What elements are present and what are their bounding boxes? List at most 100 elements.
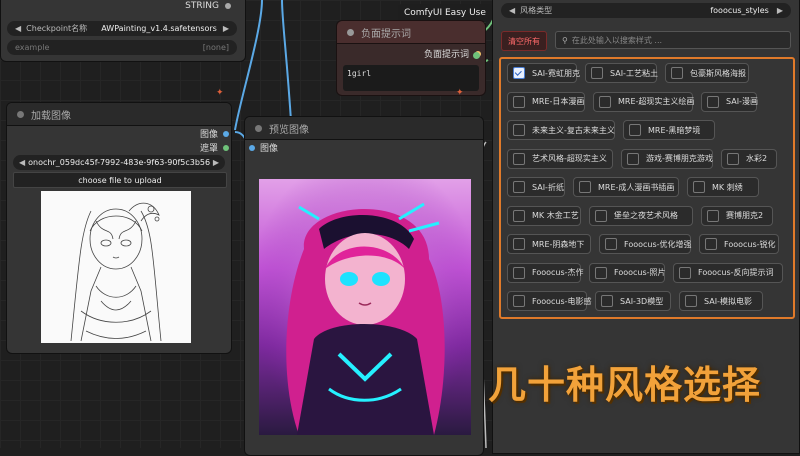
style-type-value: fooocus_styles <box>710 6 769 15</box>
upload-button[interactable]: choose file to upload <box>13 172 227 188</box>
style-option-label: Fooocus-锐化 <box>724 239 776 249</box>
search-placeholder: 在此处输入以搜索样式 ... <box>571 35 663 45</box>
style-option-label: SAI-霓虹朋克 <box>532 68 580 78</box>
negative-prompt-node[interactable]: 负面提示词 负面提示词 1girl <box>336 20 486 96</box>
right-arrow-icon[interactable]: ▶ <box>213 158 219 167</box>
style-option-label: SAI-工艺粘土 <box>610 68 658 78</box>
style-option-label: 未来主义-复古未来主义 <box>532 125 615 135</box>
style-option[interactable]: Fooocus-照片 <box>589 262 666 283</box>
image-input-socket[interactable] <box>249 144 255 151</box>
style-option[interactable]: MRE-日本漫画 <box>507 91 585 112</box>
style-option[interactable]: SAI-模拟电影 <box>679 291 763 311</box>
preview-image-title: 预览图像 <box>269 124 309 136</box>
load-image-node[interactable]: 加载图像 图像 遮罩 ◀ onochr_059dc45f-7992-483e-9… <box>6 102 232 354</box>
checkbox-icon[interactable] <box>705 238 717 250</box>
right-arrow-icon[interactable]: ▶ <box>223 24 229 33</box>
checkbox-icon[interactable] <box>707 95 719 108</box>
style-option[interactable]: 堡垒之夜艺术风格 <box>589 205 693 226</box>
checkbox-icon[interactable] <box>513 152 525 165</box>
style-option[interactable]: MRE-阴森地下 <box>507 234 591 254</box>
string-socket[interactable] <box>225 3 231 9</box>
checkbox-icon[interactable] <box>601 295 613 307</box>
style-option[interactable]: Fooocus-优化增强 <box>599 234 692 254</box>
checkbox-icon[interactable] <box>685 295 697 307</box>
mask-output[interactable]: 遮罩 <box>200 141 229 154</box>
collapse-dot[interactable] <box>255 124 262 132</box>
checkbox-icon[interactable] <box>727 152 739 165</box>
style-option[interactable]: SAI-漫画 <box>701 91 758 112</box>
checkbox-icon[interactable] <box>513 209 525 222</box>
style-option-label: MRE-日本漫画 <box>532 97 585 106</box>
style-option[interactable]: 水彩2 <box>721 148 777 169</box>
style-option-label: MRE-黑暗梦境 <box>648 125 701 135</box>
style-option[interactable]: 包豪斯风格海报 <box>665 63 749 83</box>
checkbox-icon[interactable] <box>693 181 705 193</box>
left-arrow-icon[interactable]: ◀ <box>15 24 21 33</box>
negative-node-title: 负面提示词 <box>361 28 411 40</box>
image-filename: onochr_059dc45f-7992-483e-9f63-90f5c3b56… <box>28 158 210 167</box>
style-option[interactable]: SAI-3D模型 <box>595 291 671 311</box>
checkbox-icon[interactable] <box>513 95 525 108</box>
input-socket[interactable] <box>473 52 480 59</box>
checkbox-icon[interactable] <box>595 266 607 279</box>
left-arrow-icon[interactable]: ◀ <box>19 158 25 167</box>
style-option-label: 水彩2 <box>746 154 768 163</box>
style-option[interactable]: SAI-霓虹朋克 <box>507 63 580 83</box>
checkbox-icon[interactable] <box>595 209 607 222</box>
collapse-dot[interactable] <box>347 28 354 36</box>
style-option[interactable]: SAI-折纸 <box>507 177 565 197</box>
preview-image-node[interactable]: 预览图像 图像 <box>244 116 484 456</box>
string-output-label: STRING <box>185 1 219 11</box>
image-input[interactable]: 图像 <box>249 141 278 154</box>
style-option-label: SAI-漫画 <box>726 97 758 106</box>
style-option[interactable]: Fooocus-杰作 <box>507 262 584 283</box>
checkbox-icon[interactable] <box>579 181 591 193</box>
image-output[interactable]: 图像 <box>200 127 229 140</box>
generated-neon-image <box>259 179 471 435</box>
example-field[interactable]: example [none] <box>7 40 237 55</box>
style-option[interactable]: MRE-成人漫画书插画 <box>573 177 679 197</box>
checkbox-icon[interactable] <box>513 238 525 250</box>
negative-output-label: 负面提示词 <box>423 50 469 60</box>
checkbox-icon[interactable] <box>679 266 691 279</box>
clear-all-button[interactable]: 清空所有 <box>501 31 547 51</box>
checkbox-icon[interactable] <box>513 181 525 193</box>
image-filename-selector[interactable]: ◀ onochr_059dc45f-7992-483e-9f63-90f5c3b… <box>13 155 225 170</box>
right-arrow-icon[interactable]: ▶ <box>777 6 783 15</box>
style-option-label: 赛博朋克2 <box>726 211 764 220</box>
checkbox-icon[interactable] <box>627 152 639 165</box>
style-option[interactable]: MRE-黑暗梦境 <box>623 120 715 140</box>
checkbox-icon[interactable] <box>591 67 603 79</box>
style-option[interactable]: MK 刺绣 <box>687 177 759 197</box>
style-option[interactable]: Fooocus-锐化 <box>699 234 779 254</box>
style-option[interactable]: Fooocus-电影感 <box>507 291 592 311</box>
checkbox-icon[interactable] <box>513 124 525 136</box>
checkbox-icon[interactable] <box>513 266 525 279</box>
image-socket[interactable] <box>223 130 229 137</box>
style-option[interactable]: MK 木金工艺 <box>507 205 581 226</box>
ckpt-name-value: AWPainting_v1.4.safetensors <box>101 24 217 33</box>
checkpoint-loader-node[interactable]: STRING ◀ Checkpoint名称 AWPainting_v1.4.sa… <box>0 0 246 62</box>
style-search-input[interactable]: ⚲ 在此处输入以搜索样式 ... <box>555 31 791 49</box>
style-option[interactable]: SAI-工艺粘土 <box>585 63 658 83</box>
checkbox-icon[interactable] <box>707 209 719 222</box>
vae-output[interactable]: STRING <box>185 1 231 11</box>
checkbox-icon[interactable] <box>605 238 617 250</box>
checkbox-icon[interactable] <box>599 95 611 108</box>
style-option[interactable]: Fooocus-反向提示词 <box>673 262 783 283</box>
left-arrow-icon[interactable]: ◀ <box>509 6 515 15</box>
style-type-selector[interactable]: ◀ 风格类型 fooocus_styles ▶ <box>501 3 791 18</box>
style-option[interactable]: MRE-超现实主义绘画 <box>593 91 694 112</box>
style-option[interactable]: 游戏-赛博朋克游戏 <box>621 148 713 169</box>
collapse-dot[interactable] <box>17 110 24 118</box>
style-option[interactable]: 艺术风格-超现实主义 <box>507 148 613 169</box>
checkbox-icon[interactable] <box>513 295 525 307</box>
checkbox-icon[interactable] <box>671 67 683 79</box>
style-option[interactable]: 赛博朋克2 <box>701 205 773 226</box>
mask-output-label: 遮罩 <box>199 144 218 154</box>
checkbox-icon[interactable] <box>629 124 641 136</box>
mask-socket[interactable] <box>223 144 229 151</box>
ckpt-name-selector[interactable]: ◀ Checkpoint名称 AWPainting_v1.4.safetenso… <box>7 21 237 36</box>
checkbox-icon[interactable] <box>513 67 525 79</box>
style-option[interactable]: 未来主义-复古未来主义 <box>507 120 615 140</box>
